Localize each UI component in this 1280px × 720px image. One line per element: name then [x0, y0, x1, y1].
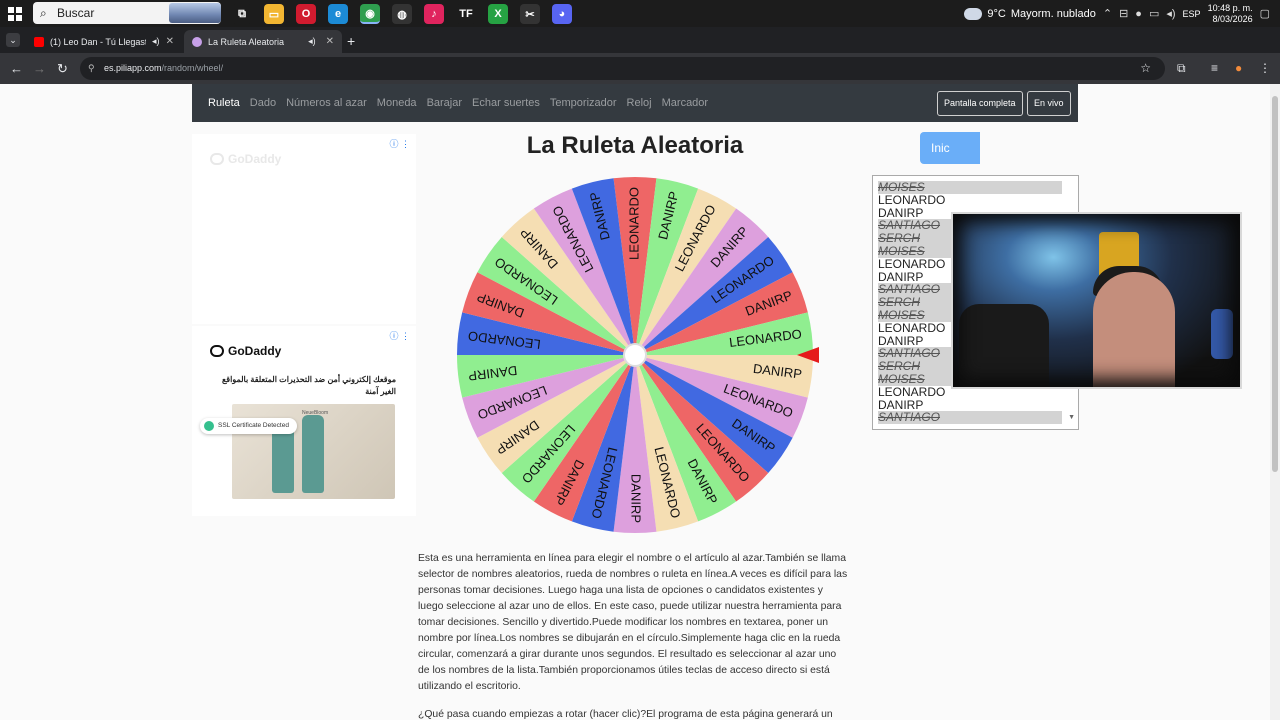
discord-icon[interactable]: ◕ — [552, 4, 572, 24]
windows-taskbar: ⌕ Buscar ⧉ ▭ Oe ◉ ◍ ♪ TF X ✂ ◕ 9°C Mayorm. nublad… — [0, 0, 1280, 27]
back-icon[interactable]: ← — [10, 61, 23, 76]
ad-banner-bottom[interactable]: ⓘ ⋮ GoDaddy موقعك إلكتروني أمن ضد التحذي… — [192, 326, 416, 516]
audio-icon[interactable]: ◂) — [152, 36, 160, 47]
clock-date: 8/03/2026 — [1212, 13, 1253, 24]
close-tab-icon[interactable]: ✕ — [166, 36, 174, 47]
youtube-icon — [34, 36, 44, 47]
taskbar-search-label: Buscar — [57, 6, 95, 20]
ad-info-icon[interactable]: ⓘ ⋮ — [389, 329, 410, 342]
clock-time: 10:48 p. m. — [1207, 2, 1253, 13]
nav-temporizador[interactable]: Temporizador — [550, 97, 617, 109]
network-icon[interactable]: ▭ — [1149, 7, 1159, 20]
tf-icon[interactable]: TF — [456, 4, 476, 24]
system-tray: 9°C Mayorm. nublado ⌃ ⊟ ● ▭ ◂) ESP 10:48… — [961, 0, 1270, 27]
scroll-down-icon[interactable]: ▼ — [1068, 414, 1075, 421]
wheel-segment-label: DANIRP — [629, 474, 644, 523]
address-bar-row: ← → ↻ ⚲ es.piliapp.com/random/wheel/ ☆ ⧉… — [0, 53, 1280, 84]
ad-arabic-text: موقعك إلكتروني أمن ضد التحذيرات المتعلقة… — [222, 375, 396, 396]
taskbar-apps: ⧉ ▭ Oe ◉ ◍ ♪ TF X ✂ ◕ — [232, 4, 572, 24]
browser-tabbar: ⌄ (1) Leo Dan - Tú Llegaste, C ◂) ✕ La R… — [0, 27, 1280, 72]
start-button[interactable]: Inic — [920, 132, 980, 164]
nav-barajar[interactable]: Barajar — [427, 97, 462, 109]
reload-icon[interactable]: ↻ — [57, 61, 68, 77]
nav-reloj[interactable]: Reloj — [627, 97, 652, 109]
weather-widget[interactable]: 9°C Mayorm. nublado — [961, 4, 1096, 20]
name-entry: LEONARDO — [878, 192, 946, 207]
language-indicator[interactable]: ESP — [1183, 9, 1201, 19]
volume-icon[interactable]: ◂) — [1166, 7, 1175, 20]
description-paragraph: Esta es una herramienta en línea para el… — [418, 553, 848, 692]
webcam-overlay — [951, 212, 1242, 389]
audio-icon[interactable]: ◂) — [308, 36, 316, 47]
chrome-icon[interactable]: ◉ — [360, 4, 380, 24]
nav-dado[interactable]: Dado — [250, 97, 276, 109]
xbox-icon[interactable]: X — [488, 4, 508, 24]
name-entry: SANTIAGO — [878, 411, 1062, 425]
microphone-icon[interactable]: ● — [1135, 8, 1142, 20]
wheel-segment-label: LEONARDO — [626, 187, 641, 260]
piliapp-icon — [192, 36, 202, 47]
search-highlight-image — [169, 3, 221, 23]
bookmark-star-icon[interactable]: ☆ — [1140, 57, 1151, 80]
web-page: Ruleta Dado Números al azar Moneda Baraj… — [0, 84, 1270, 720]
nav-echar-suertes[interactable]: Echar suertes — [472, 97, 540, 109]
nav-marcador[interactable]: Marcador — [662, 97, 708, 109]
forward-icon[interactable]: → — [33, 61, 46, 76]
edge-icon[interactable]: e — [328, 4, 348, 24]
ad-brand: GoDaddy — [228, 152, 282, 166]
description-paragraph-2: ¿Qué pasa cuando empiezas a rotar (hacer… — [418, 709, 833, 720]
ad-info-icon[interactable]: ⓘ ⋮ — [389, 137, 410, 150]
wheel-hub — [623, 343, 647, 367]
profile-icon[interactable]: ● — [1235, 61, 1242, 75]
nav-moneda[interactable]: Moneda — [377, 97, 417, 109]
scrollbar-thumb[interactable] — [1272, 96, 1278, 472]
tiktok-icon[interactable]: ♪ — [424, 4, 444, 24]
tab-label: (1) Leo Dan - Tú Llegaste, C — [50, 36, 146, 47]
nav-numeros[interactable]: Números al azar — [286, 97, 367, 109]
new-tab-icon[interactable]: + — [347, 33, 355, 49]
name-entry: MOISES — [878, 181, 1062, 194]
weather-temp: 9°C — [987, 7, 1006, 20]
tab-label: La Ruleta Aleatoria — [208, 36, 285, 47]
site-navbar: Ruleta Dado Números al azar Moneda Baraj… — [192, 84, 1078, 122]
search-icon: ⌕ — [40, 6, 47, 20]
taskbar-search[interactable]: ⌕ Buscar — [33, 2, 221, 24]
ad-brand: GoDaddy — [228, 344, 282, 358]
ssl-badge: SSL Certificate Detected — [200, 418, 297, 434]
godaddy-logo-faint: GoDaddy — [210, 152, 281, 166]
menu-icon[interactable]: ⋮ — [1259, 61, 1271, 75]
clock[interactable]: 10:48 p. m. 8/03/2026 — [1208, 3, 1253, 25]
ad-banner-top[interactable]: ⓘ ⋮ GoDaddy — [192, 134, 416, 324]
tab-ruleta[interactable]: La Ruleta Aleatoria ◂) ✕ — [184, 30, 342, 53]
chevron-up-icon[interactable]: ⌃ — [1103, 7, 1112, 20]
page-scrollbar[interactable] — [1270, 84, 1280, 720]
capcut-icon[interactable]: ✂ — [520, 4, 540, 24]
obs-icon[interactable]: ◍ — [392, 4, 412, 24]
extensions-icon[interactable]: ⧉ — [1177, 61, 1186, 76]
notification-icon[interactable]: ▢ — [1260, 7, 1270, 20]
page-title: La Ruleta Aleatoria — [526, 132, 744, 159]
url-field[interactable]: ⚲ es.piliapp.com/random/wheel/ ☆ — [80, 57, 1165, 80]
task-view-icon[interactable]: ⧉ — [232, 4, 252, 24]
wheel-pointer-icon — [797, 347, 819, 363]
live-button[interactable]: En vivo — [1027, 91, 1071, 116]
reading-list-icon[interactable]: ≡ — [1211, 61, 1218, 75]
cloudy-weather-icon — [961, 4, 983, 20]
close-tab-icon[interactable]: ✕ — [326, 36, 334, 47]
tab-search-icon[interactable]: ⌄ — [6, 33, 20, 47]
file-explorer-icon[interactable]: ▭ — [264, 4, 284, 24]
godaddy-logo: GoDaddy — [210, 344, 281, 358]
weather-desc: Mayorm. nublado — [1010, 7, 1096, 20]
opera-icon[interactable]: O — [296, 4, 316, 24]
tab-youtube[interactable]: (1) Leo Dan - Tú Llegaste, C ◂) ✕ — [26, 30, 182, 53]
nav-ruleta[interactable]: Ruleta — [208, 97, 240, 109]
site-info-icon[interactable]: ⚲ — [88, 57, 95, 80]
roulette-wheel[interactable]: LEONARDO DANIRPLEONARDODANIRPLEONARDODANI… — [455, 175, 815, 535]
usb-icon[interactable]: ⊟ — [1119, 7, 1128, 20]
fullscreen-button[interactable]: Pantalla completa — [937, 91, 1023, 116]
url-path: /random/wheel/ — [161, 63, 224, 73]
url-host: es.piliapp.com — [104, 63, 162, 73]
windows-start-icon[interactable] — [8, 7, 22, 21]
